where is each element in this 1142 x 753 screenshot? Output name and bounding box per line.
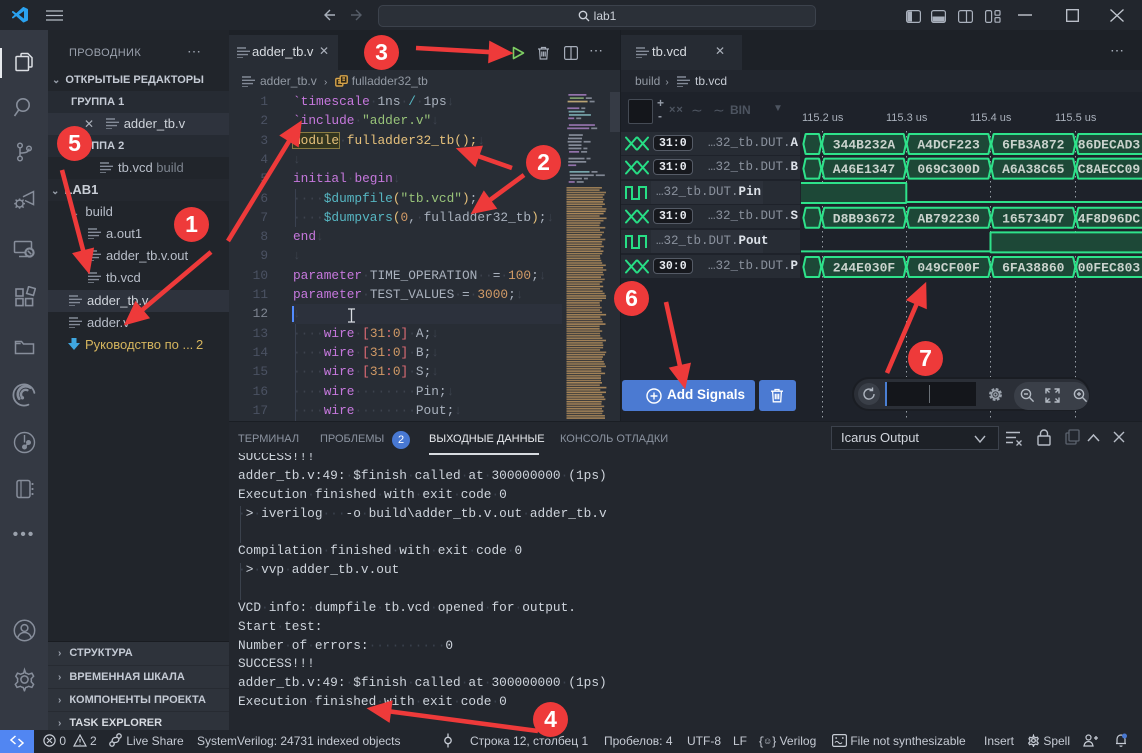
svg-text:6FB3A872: 6FB3A872	[1002, 138, 1065, 153]
svg-text:A6A38C65: A6A38C65	[1002, 162, 1065, 177]
svg-text:244E030F: 244E030F	[833, 261, 896, 276]
svg-text:00FEC803: 00FEC803	[1078, 261, 1141, 276]
svg-text:A46E1347: A46E1347	[833, 162, 895, 177]
svg-text:049CF00F: 049CF00F	[917, 261, 980, 276]
svg-text:86DECAD3: 86DECAD3	[1078, 138, 1141, 153]
svg-text:6FA38860: 6FA38860	[1002, 261, 1065, 276]
svg-text:D8B93672: D8B93672	[833, 211, 896, 226]
svg-text:344B232A: 344B232A	[833, 138, 896, 153]
svg-text:C8AECC09: C8AECC09	[1078, 162, 1141, 177]
svg-text:A4DCF223: A4DCF223	[917, 138, 980, 153]
svg-text:069C300D: 069C300D	[917, 162, 980, 177]
svg-text:AB792230: AB792230	[917, 211, 980, 226]
svg-text:165734D7: 165734D7	[1002, 211, 1064, 226]
svg-text:4F8D96DC: 4F8D96DC	[1078, 211, 1141, 226]
